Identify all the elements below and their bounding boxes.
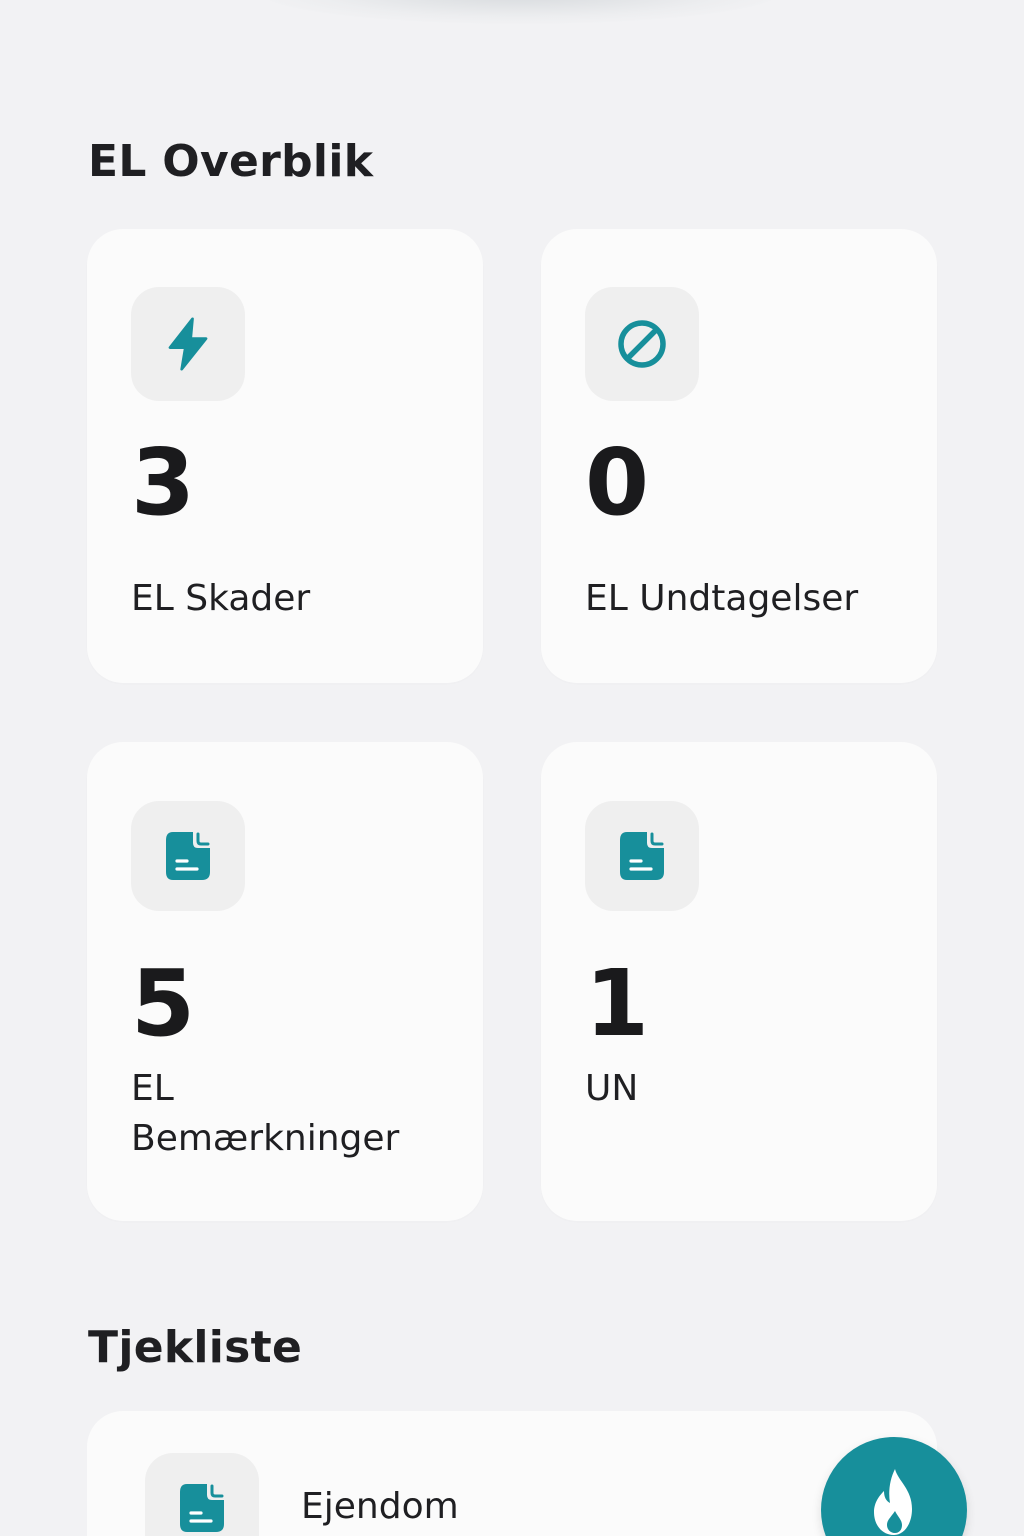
checklist-section-title: Tjekliste [88,1322,303,1373]
el-skader-count: 3 [131,429,196,536]
lightning-bolt-icon [131,287,245,401]
overview-section-title: EL Overblik [88,136,374,187]
flame-icon [874,1469,912,1535]
el-undtagelser-count: 0 [585,429,650,536]
header-shadow [260,0,780,24]
un-card[interactable]: 1 UN [541,742,937,1221]
document-icon [145,1453,259,1536]
el-undtagelser-card[interactable]: 0 EL Undtagelser [541,229,937,683]
el-bemaerkninger-label: EL Bemærkninger [131,1068,400,1159]
un-count: 1 [585,950,650,1057]
un-label: UN [585,1068,639,1109]
prohibited-icon [585,287,699,401]
el-undtagelser-label: EL Undtagelser [585,578,859,619]
el-skader-label: EL Skader [131,578,311,619]
el-overview-screen: EL Overblik 3 EL Skader 0 EL Undtagelser [0,0,1024,1536]
checklist-item-label: Ejendom [301,1486,459,1527]
document-icon [585,801,699,911]
el-skader-card[interactable]: 3 EL Skader [87,229,483,683]
document-icon [131,801,245,911]
el-bemaerkninger-card[interactable]: 5 EL Bemærkninger [87,742,483,1221]
checklist-item-ejendom[interactable]: Ejendom [87,1411,937,1536]
el-bemaerkninger-count: 5 [131,950,196,1057]
